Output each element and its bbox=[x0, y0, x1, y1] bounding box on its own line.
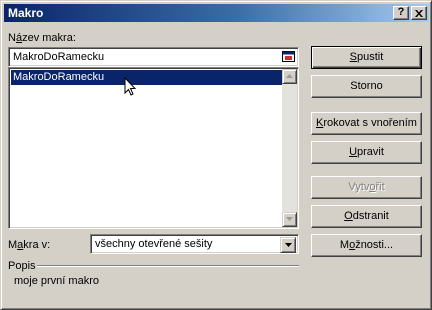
macros-in-label: Makra v: bbox=[8, 239, 51, 251]
chevron-down-icon bbox=[284, 243, 292, 247]
arrow-up-icon bbox=[286, 74, 293, 78]
title-bar[interactable]: Makro ? bbox=[4, 4, 429, 22]
run-button[interactable]: Spustit bbox=[311, 46, 422, 69]
description-text: moje první makro bbox=[14, 275, 99, 287]
scroll-up-button[interactable] bbox=[282, 69, 297, 84]
options-button[interactable]: Možnosti... bbox=[311, 234, 422, 257]
scroll-down-button[interactable] bbox=[282, 212, 297, 227]
macro-name-label: Název makra: bbox=[8, 32, 76, 44]
macro-list[interactable]: MakroDoRamecku bbox=[8, 67, 299, 229]
macros-in-value: všechny otevřené sešity bbox=[95, 238, 213, 250]
macros-in-select[interactable]: všechny otevřené sešity bbox=[90, 234, 299, 254]
arrow-down-icon bbox=[286, 217, 293, 221]
dropdown-button[interactable] bbox=[280, 237, 296, 253]
create-button[interactable]: Vytvořit bbox=[311, 176, 422, 199]
collapse-dialog-icon[interactable] bbox=[282, 50, 296, 64]
edit-button[interactable]: Upravit bbox=[311, 141, 422, 164]
macro-dialog: Makro ? Název makra: MakroDoRamecku Makr… bbox=[0, 0, 432, 310]
step-into-button[interactable]: Krokovat s vnořením bbox=[311, 112, 422, 135]
window-title: Makro bbox=[8, 6, 44, 20]
close-icon bbox=[415, 10, 423, 17]
macro-list-scrollbar[interactable] bbox=[282, 69, 297, 227]
close-button[interactable] bbox=[411, 6, 427, 20]
description-divider bbox=[37, 265, 299, 267]
help-button[interactable]: ? bbox=[393, 6, 409, 20]
list-item[interactable]: MakroDoRamecku bbox=[11, 70, 283, 85]
mouse-cursor-icon bbox=[124, 77, 137, 96]
cancel-button[interactable]: Storno bbox=[311, 75, 422, 98]
description-label: Popis bbox=[8, 260, 36, 272]
delete-button[interactable]: Odstranit bbox=[311, 205, 422, 228]
macro-name-input[interactable] bbox=[8, 47, 299, 67]
